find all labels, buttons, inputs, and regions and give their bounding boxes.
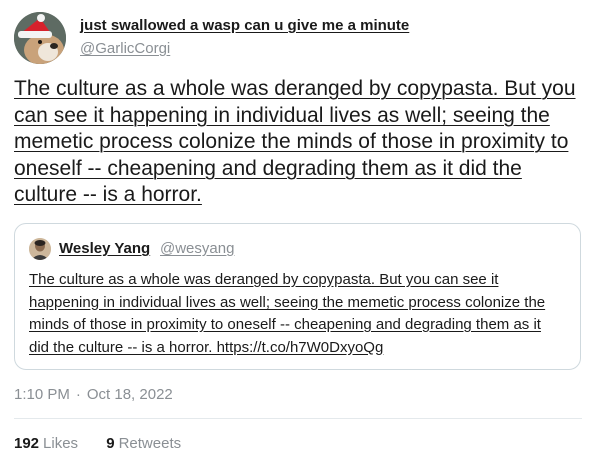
meta-separator: · xyxy=(75,386,81,403)
likes-stat[interactable]: 192 Likes xyxy=(14,435,78,452)
retweets-label: Retweets xyxy=(118,435,182,452)
divider xyxy=(14,418,582,419)
author-display-name[interactable]: just swallowed a wasp can u give me a mi… xyxy=(80,17,409,34)
quoted-author-display-name[interactable]: Wesley Yang xyxy=(59,240,150,257)
tweet-time: 1:10 PM xyxy=(14,386,70,403)
retweets-stat[interactable]: 9 Retweets xyxy=(106,435,181,452)
tweet-date: Oct 18, 2022 xyxy=(86,386,173,403)
tweet-timestamp[interactable]: 1:10 PM · Oct 18, 2022 xyxy=(14,386,173,403)
author-handle[interactable]: @GarlicCorgi xyxy=(80,40,170,57)
retweets-count: 9 xyxy=(106,435,115,452)
quoted-author-avatar[interactable] xyxy=(29,238,51,260)
quoted-author-handle[interactable]: @wesyang xyxy=(160,240,234,257)
likes-count: 192 xyxy=(14,435,40,452)
person-avatar-icon xyxy=(29,238,51,260)
tweet-card: just swallowed a wasp can u give me a mi… xyxy=(0,0,596,465)
tweet-text: The culture as a whole was deranged by c… xyxy=(14,77,576,206)
tweet-stats: 192 Likes 9 Retweets xyxy=(14,435,205,452)
quoted-tweet-text[interactable]: The culture as a whole was deranged by c… xyxy=(29,269,564,359)
likes-label: Likes xyxy=(43,435,79,452)
corgi-santa-hat-avatar-icon xyxy=(14,12,66,64)
author-avatar[interactable] xyxy=(14,12,66,64)
quoted-tweet-card[interactable]: Wesley Yang @wesyang The culture as a wh… xyxy=(14,223,581,370)
